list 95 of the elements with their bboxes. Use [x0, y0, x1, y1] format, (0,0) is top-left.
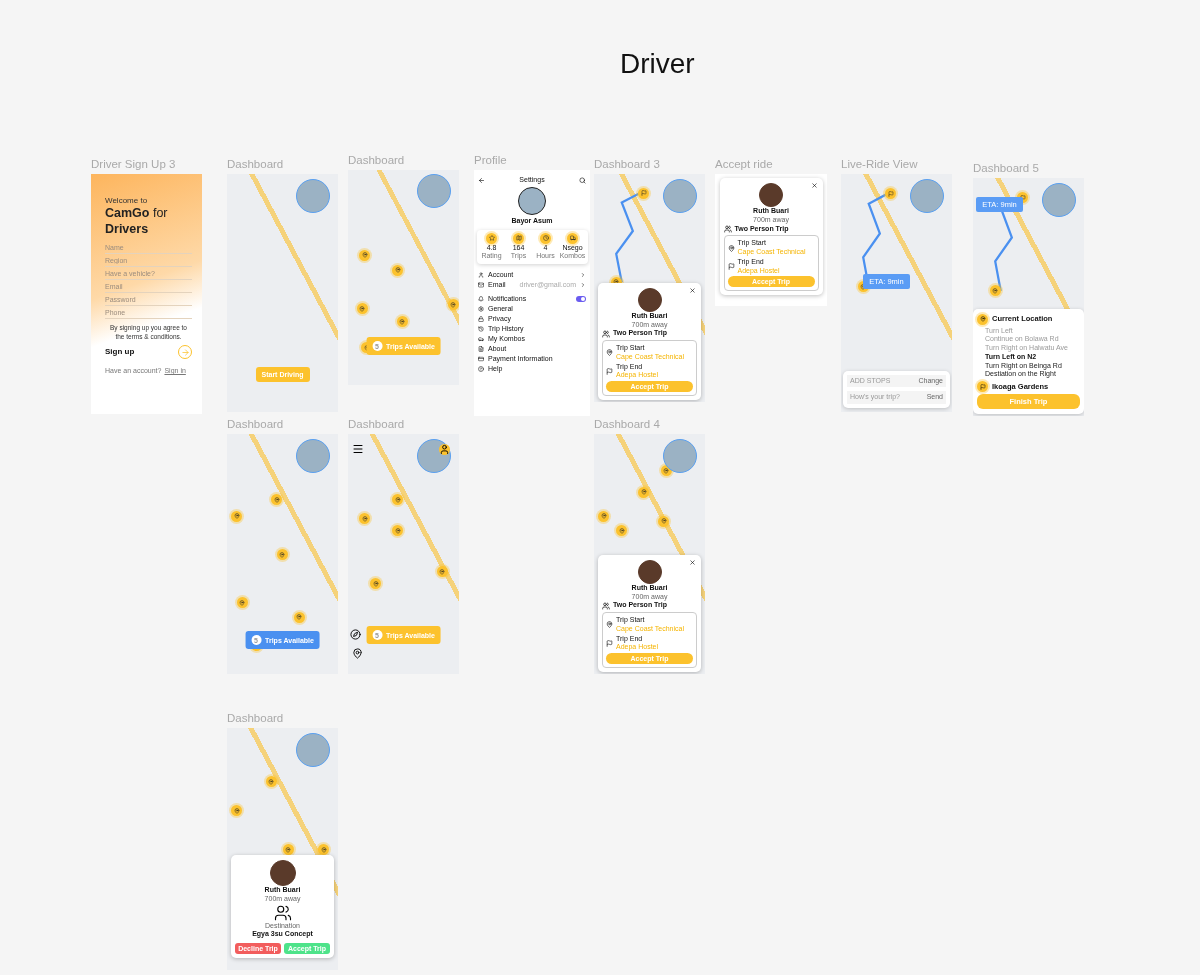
- people-icon: [602, 329, 610, 338]
- stat-icon: [486, 232, 497, 244]
- location-icon[interactable]: [352, 648, 364, 660]
- frame-label: Driver Sign Up 3: [91, 158, 176, 170]
- headline: CamGo for Drivers: [105, 206, 169, 238]
- frame-label: Dashboard: [227, 712, 284, 724]
- menu-item-icon: [478, 366, 484, 372]
- pin-icon: [727, 244, 735, 252]
- flag-icon: [727, 263, 735, 270]
- avatar-placeholder: [295, 438, 330, 473]
- avatar-placeholder: [416, 174, 451, 209]
- menu-icon[interactable]: [352, 443, 365, 456]
- map-pin-icon: [271, 494, 283, 505]
- map-pin-icon: [318, 844, 329, 856]
- map-pin-icon: [989, 285, 1001, 297]
- menu-item-icon: [478, 282, 484, 288]
- avatar-placeholder: [909, 178, 944, 213]
- flag-marker-icon: [638, 187, 650, 199]
- menu-item-icon: [478, 346, 484, 352]
- people-icon: [723, 224, 732, 233]
- frame-label: Dashboard 5: [973, 162, 1039, 174]
- avatar-placeholder: [662, 178, 697, 213]
- frame-label: Live-Ride View: [841, 158, 918, 170]
- map-pin-icon: [237, 597, 248, 609]
- map-pin-icon: [359, 513, 371, 525]
- map-pin-icon: [638, 486, 650, 498]
- avatar-placeholder: [269, 860, 296, 886]
- flag-marker-icon: [977, 381, 988, 392]
- frame-label: Accept ride: [715, 158, 773, 170]
- menu-item-icon: [478, 356, 484, 362]
- user-icon[interactable]: [439, 444, 450, 456]
- canvas-title: Driver: [620, 48, 695, 80]
- back-icon[interactable]: [478, 176, 485, 184]
- compass-icon[interactable]: [350, 629, 362, 640]
- flag-icon: [606, 639, 613, 647]
- frame-label: Dashboard 4: [594, 418, 660, 430]
- arrow-right-icon: [180, 347, 190, 357]
- people-icon: [602, 601, 610, 610]
- chevron-right-icon[interactable]: [580, 272, 586, 278]
- map-pin-icon: [396, 316, 408, 328]
- map-pin-icon: [370, 578, 382, 589]
- search-icon[interactable]: [579, 176, 586, 184]
- stat-icon: [567, 232, 578, 244]
- signup-label: Sign up: [105, 347, 135, 358]
- avatar-placeholder: [637, 287, 662, 312]
- map-pin-icon: [447, 299, 459, 310]
- avatar-placeholder: [662, 438, 697, 473]
- frame-label: Dashboard: [348, 418, 405, 430]
- close-icon[interactable]: [689, 286, 696, 294]
- close-icon[interactable]: [810, 182, 818, 189]
- frame-label: Dashboard: [227, 418, 284, 430]
- map-pin-icon: [293, 611, 305, 623]
- map-pin-icon: [231, 805, 243, 817]
- map-pin-icon: [392, 525, 404, 537]
- avatar-placeholder: [759, 183, 783, 207]
- pin-icon: [606, 349, 613, 357]
- menu-item-icon: [478, 316, 484, 322]
- menu-item-icon: [478, 306, 484, 312]
- map-pin-icon: [598, 510, 610, 522]
- avatar-placeholder: [1041, 182, 1076, 217]
- flag-marker-icon: [885, 188, 897, 200]
- frame-label: Dashboard: [348, 154, 405, 166]
- close-icon[interactable]: [689, 558, 696, 566]
- map-pin-icon: [392, 494, 404, 505]
- menu-item-icon: [478, 336, 484, 342]
- map-pin-icon: [658, 515, 670, 527]
- frame-label: Dashboard 3: [594, 158, 660, 170]
- map-pin-icon: [616, 525, 628, 537]
- map-pin-icon: [436, 566, 448, 577]
- stat-icon: [540, 232, 551, 244]
- avatar-placeholder: [518, 186, 546, 215]
- people-icon: [273, 903, 292, 922]
- map-pin-icon: [356, 303, 368, 315]
- flag-icon: [606, 367, 613, 375]
- map-pin-icon: [265, 776, 277, 788]
- avatar-placeholder: [295, 178, 330, 213]
- map-pin-icon: [276, 549, 288, 561]
- map-pin-icon: [231, 510, 243, 522]
- notifications-toggle[interactable]: [576, 296, 586, 302]
- map-pin-icon: [282, 844, 294, 856]
- avatar-placeholder: [637, 559, 662, 584]
- map-pin-icon: [359, 249, 371, 261]
- avatar-placeholder: [295, 732, 330, 767]
- frame-label: Dashboard: [227, 158, 284, 170]
- greeting: Welcome to: [105, 196, 149, 206]
- stat-icon: [513, 232, 524, 244]
- map-pin-icon: [392, 264, 404, 276]
- pin-icon: [606, 621, 613, 629]
- menu-item-icon: [478, 326, 484, 332]
- location-marker-icon: [977, 313, 988, 325]
- frame-label: Profile: [474, 154, 507, 166]
- menu-item-icon: [478, 272, 484, 278]
- menu-item-icon: [478, 296, 484, 302]
- chevron-right-icon[interactable]: [580, 282, 586, 288]
- avatar-placeholder: [416, 438, 451, 473]
